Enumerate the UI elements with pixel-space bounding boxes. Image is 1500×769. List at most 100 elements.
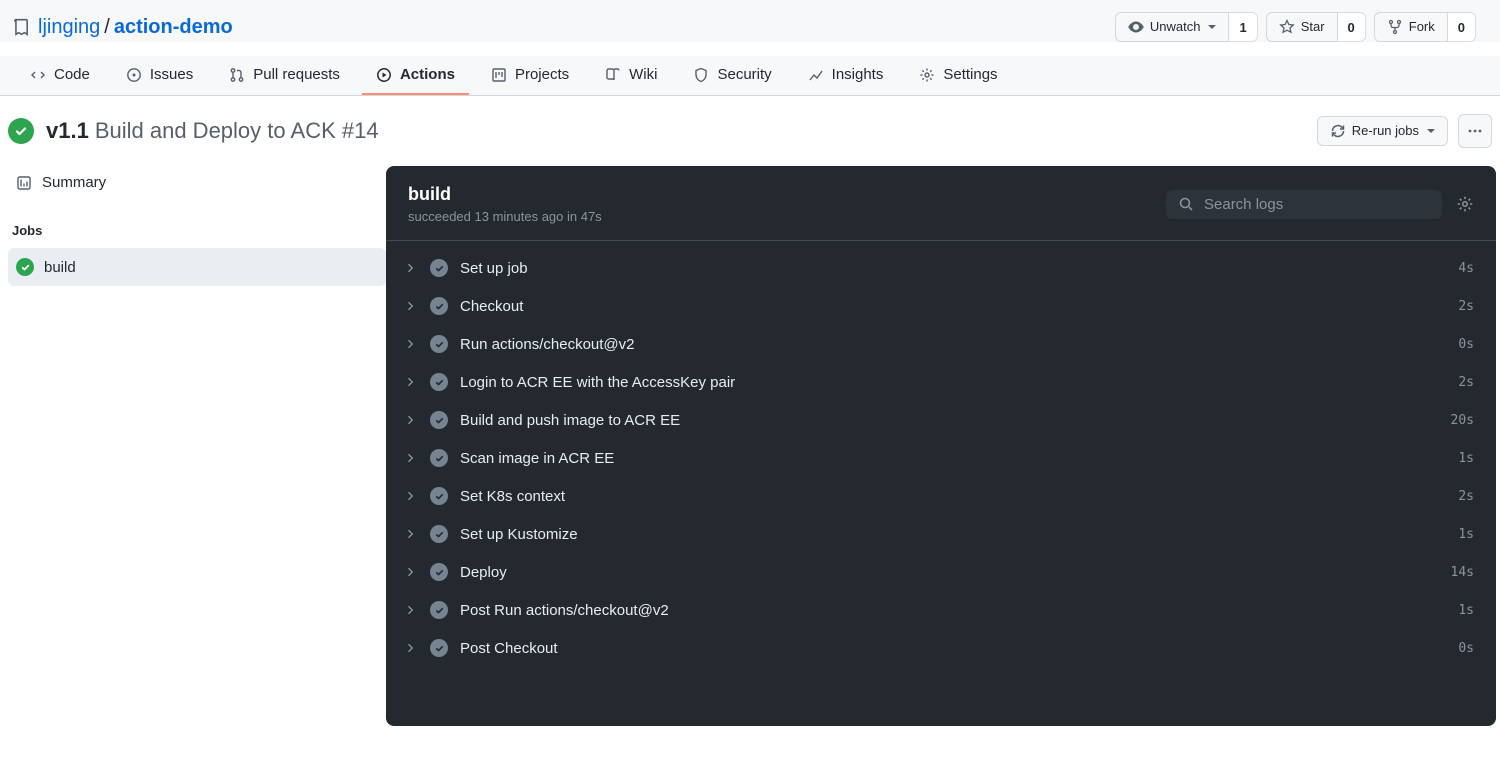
tab-code[interactable]: Code [16,56,104,95]
success-check-icon [16,258,34,276]
tab-code-label: Code [54,66,90,83]
tab-security[interactable]: Security [679,56,785,95]
rerun-jobs-button[interactable]: Re-run jobs [1317,116,1448,146]
search-logs-input[interactable] [1204,196,1430,213]
caret-down-icon [1208,25,1216,29]
step-row[interactable]: Run actions/checkout@v2 0s [386,325,1496,363]
step-row[interactable]: Login to ACR EE with the AccessKey pair … [386,363,1496,401]
star-count[interactable]: 0 [1338,12,1366,42]
steps-list: Set up job 4s Checkout 2s Run actions/ch… [386,241,1496,675]
step-row[interactable]: Scan image in ACR EE 1s [386,439,1496,477]
fork-button[interactable]: Fork [1374,12,1448,42]
step-name: Login to ACR EE with the AccessKey pair [460,374,1446,391]
chevron-right-icon [404,452,418,464]
tab-projects-label: Projects [515,66,569,83]
step-name: Set up Kustomize [460,526,1446,543]
fork-count[interactable]: 0 [1448,12,1476,42]
star-button[interactable]: Star [1266,12,1338,42]
star-icon [1279,19,1295,35]
star-label: Star [1301,17,1325,37]
unwatch-button[interactable]: Unwatch [1115,12,1230,42]
step-name: Set up job [460,260,1446,277]
rerun-label: Re-run jobs [1352,121,1419,141]
repo-actions: Unwatch 1 Star 0 Fork 0 [1115,12,1476,42]
summary-icon [16,175,32,191]
tab-issues[interactable]: Issues [112,56,207,95]
settings-gear-button[interactable] [1456,195,1474,213]
unwatch-label: Unwatch [1150,17,1201,37]
tab-wiki-label: Wiki [629,66,657,83]
chevron-right-icon [404,528,418,540]
step-duration: 2s [1458,375,1474,390]
tab-projects[interactable]: Projects [477,56,583,95]
tab-actions[interactable]: Actions [362,56,469,95]
step-name: Post Run actions/checkout@v2 [460,602,1446,619]
step-row[interactable]: Set K8s context 2s [386,477,1496,515]
step-name: Set K8s context [460,488,1446,505]
job-panel: build succeeded 13 minutes ago in 47s [386,166,1496,726]
chevron-right-icon [404,376,418,388]
repo-icon [12,18,30,36]
check-circle-icon [430,335,448,353]
more-options-button[interactable] [1458,114,1492,148]
tab-settings-label: Settings [943,66,997,83]
step-row[interactable]: Build and push image to ACR EE 20s [386,401,1496,439]
step-duration: 1s [1458,451,1474,466]
step-name: Deploy [460,564,1439,581]
step-duration: 0s [1458,641,1474,656]
step-row[interactable]: Set up Kustomize 1s [386,515,1496,553]
step-name: Scan image in ACR EE [460,450,1446,467]
main-layout: Summary Jobs build build succeeded 13 mi… [0,166,1500,726]
tab-issues-label: Issues [150,66,193,83]
chevron-right-icon [404,642,418,654]
eye-icon [1128,19,1144,35]
sidebar: Summary Jobs build [0,166,386,726]
step-duration: 14s [1451,565,1474,580]
step-row[interactable]: Set up job 4s [386,249,1496,287]
check-circle-icon [430,601,448,619]
sidebar-job-label: build [44,259,76,276]
step-duration: 20s [1451,413,1474,428]
tab-pulls[interactable]: Pull requests [215,56,354,95]
repo-title: ljinging / action-demo [38,16,233,39]
tab-security-label: Security [717,66,771,83]
jobs-heading: Jobs [8,199,386,248]
check-circle-icon [430,259,448,277]
check-circle-icon [430,297,448,315]
step-name: Post Checkout [460,640,1446,657]
watch-count[interactable]: 1 [1229,12,1257,42]
step-row[interactable]: Post Checkout 0s [386,629,1496,667]
fork-label: Fork [1409,17,1435,37]
step-duration: 1s [1458,527,1474,542]
tab-actions-label: Actions [400,66,455,83]
step-duration: 2s [1458,299,1474,314]
repo-owner-link[interactable]: ljinging [38,16,100,39]
chevron-right-icon [404,300,418,312]
caret-down-icon [1427,129,1435,133]
check-circle-icon [430,639,448,657]
job-panel-title: build [408,184,602,205]
sidebar-summary[interactable]: Summary [8,166,386,199]
check-circle-icon [430,411,448,429]
chevron-right-icon [404,262,418,274]
step-row[interactable]: Deploy 14s [386,553,1496,591]
job-panel-subtitle: succeeded 13 minutes ago in 47s [408,209,602,224]
workflow-header: v1.1 Build and Deploy to ACK #14 Re-run … [0,96,1500,166]
check-circle-icon [430,525,448,543]
chevron-right-icon [404,414,418,426]
step-row[interactable]: Post Run actions/checkout@v2 1s [386,591,1496,629]
step-duration: 1s [1458,603,1474,618]
step-row[interactable]: Checkout 2s [386,287,1496,325]
step-name: Run actions/checkout@v2 [460,336,1446,353]
chevron-right-icon [404,490,418,502]
tab-insights[interactable]: Insights [794,56,898,95]
tab-wiki[interactable]: Wiki [591,56,671,95]
sidebar-job-build[interactable]: build [8,248,386,286]
search-logs-container[interactable] [1166,190,1442,219]
chevron-right-icon [404,566,418,578]
workflow-name: v1.1 [46,118,89,144]
check-circle-icon [430,449,448,467]
tab-settings[interactable]: Settings [905,56,1011,95]
success-check-icon [8,118,34,144]
repo-name-link[interactable]: action-demo [114,16,233,39]
